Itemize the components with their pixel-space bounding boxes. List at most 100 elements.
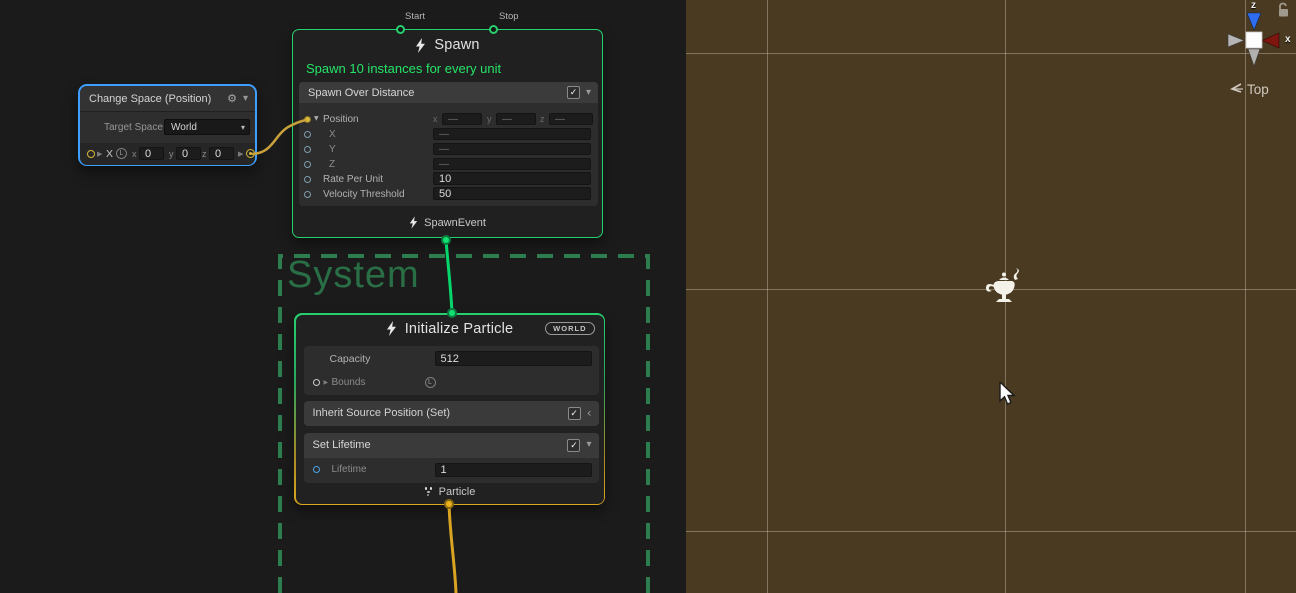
spawn-output-flow-port[interactable] — [441, 235, 451, 245]
spawn-over-distance-block[interactable]: Spawn Over Distance ✓ ▾ ▼ Position x — y… — [299, 82, 598, 206]
vfx-lamp-icon[interactable] — [982, 268, 1028, 310]
position-port[interactable] — [304, 116, 311, 123]
position-y-mini-label: y — [487, 114, 492, 124]
x-value-field[interactable]: 0 — [139, 147, 164, 160]
change-space-title: Change Space (Position) — [80, 93, 227, 105]
lightning-icon — [409, 216, 418, 229]
grid-line — [686, 53, 1296, 54]
gizmo-x-cone — [1262, 33, 1279, 48]
chevron-down-icon[interactable]: ▾ — [586, 88, 591, 98]
lifetime-label: Lifetime — [332, 464, 367, 475]
y-field[interactable]: — — [433, 143, 591, 155]
lifetime-port[interactable] — [313, 466, 320, 473]
capacity-label: Capacity — [330, 353, 371, 365]
spawn-stop-port[interactable] — [489, 25, 498, 34]
velocity-threshold-port[interactable] — [304, 191, 311, 198]
target-space-value: World — [165, 122, 241, 133]
initialize-node-footer: Particle — [296, 486, 604, 498]
gizmo-z-cone — [1247, 13, 1261, 30]
z-port[interactable] — [304, 161, 311, 168]
view-axis-arrow-icon[interactable] — [1229, 82, 1245, 96]
particle-dots-icon — [424, 487, 433, 496]
lifetime-field[interactable]: 1 — [435, 463, 592, 477]
set-lifetime-title: Set Lifetime — [304, 439, 568, 451]
spawn-start-port[interactable] — [396, 25, 405, 34]
rate-per-unit-port[interactable] — [304, 176, 311, 183]
x-field[interactable]: — — [433, 128, 591, 140]
y-value-field[interactable]: 0 — [176, 147, 201, 160]
spawn-event-label: SpawnEvent — [424, 217, 486, 229]
chevron-left-icon[interactable]: ‹ — [587, 407, 592, 419]
grid-line — [686, 531, 1296, 532]
initialize-settings-block: Capacity 512 ▶ Bounds L — [304, 346, 599, 395]
z-mini-label: z — [202, 149, 207, 159]
gear-icon[interactable]: ⚙ — [227, 92, 237, 105]
spawn-over-distance-enabled-checkbox[interactable]: ✓ — [567, 86, 580, 99]
position-label: Position — [323, 114, 359, 125]
rate-per-unit-row: Rate Per Unit 10 — [299, 172, 598, 187]
space-toggle-icon[interactable]: L — [116, 148, 127, 159]
grid-line — [1245, 0, 1246, 593]
bounds-label: Bounds — [332, 377, 366, 388]
velocity-threshold-field[interactable]: 50 — [433, 187, 591, 200]
capacity-field[interactable]: 512 — [435, 351, 592, 366]
gizmo-z-label: z — [1251, 0, 1256, 11]
scene-view[interactable]: z x Top — [686, 0, 1296, 593]
z-value-field[interactable]: 0 — [209, 147, 234, 160]
graph-canvas[interactable]: System Start Stop Spawn Spawn 10 instanc… — [0, 0, 686, 593]
velocity-threshold-label: Velocity Threshold — [323, 189, 405, 200]
chevron-down-icon[interactable]: ▾ — [243, 94, 248, 104]
position-row: ▼ Position x — y — z — — [299, 112, 598, 127]
position-z-field[interactable]: — — [549, 113, 593, 125]
spawn-node-title: Spawn — [434, 37, 479, 53]
initialize-particle-node[interactable]: Initialize Particle WORLD Capacity 512 ▶… — [294, 313, 605, 505]
system-group-label: System — [287, 254, 420, 297]
change-space-output-port[interactable] — [246, 149, 255, 158]
lightning-icon — [386, 321, 397, 336]
set-lifetime-enabled-checkbox[interactable]: ✓ — [567, 439, 580, 452]
lightning-icon — [415, 38, 426, 53]
rate-per-unit-field[interactable]: 10 — [433, 172, 591, 185]
spawn-node-subtitle: Spawn 10 instances for every unit — [306, 61, 501, 76]
spawn-node[interactable]: Spawn Spawn 10 instances for every unit … — [292, 29, 603, 238]
initialize-particle-title: Initialize Particle — [405, 321, 514, 337]
view-orientation-label[interactable]: Top — [1247, 82, 1269, 97]
inherit-source-position-block[interactable]: Inherit Source Position (Set) ✓ ‹ — [304, 401, 599, 426]
unlock-icon[interactable] — [1277, 2, 1291, 17]
edge-initialize-to-update — [449, 504, 456, 593]
position-y-row: Y — — [299, 142, 598, 157]
change-space-node[interactable]: Change Space (Position) ⚙ ▾ Target Space… — [78, 84, 257, 166]
y-port[interactable] — [304, 146, 311, 153]
vfx-graph-window: System Start Stop Spawn Spawn 10 instanc… — [0, 0, 1296, 593]
inherit-enabled-checkbox[interactable]: ✓ — [568, 407, 581, 420]
triangle-right-icon[interactable]: ▶ — [324, 380, 329, 386]
spawn-node-footer: SpawnEvent — [293, 216, 602, 229]
target-space-dropdown[interactable]: World ▾ — [164, 119, 250, 135]
expander-down-icon[interactable]: ▼ — [314, 115, 319, 122]
position-y-field[interactable]: — — [496, 113, 536, 125]
z-field[interactable]: — — [433, 158, 591, 170]
spawn-stop-port-label: Stop — [499, 11, 519, 22]
x-port[interactable] — [304, 131, 311, 138]
inherit-source-position-title: Inherit Source Position (Set) — [304, 407, 568, 419]
x-mini-label: x — [132, 149, 137, 159]
set-lifetime-block[interactable]: Set Lifetime ✓ ▾ Lifetime 1 — [304, 433, 599, 483]
dropdown-arrow-icon: ▾ — [241, 123, 249, 132]
gizmo-center-cube — [1246, 32, 1262, 48]
initialize-input-flow-port[interactable] — [447, 308, 457, 318]
check-icon: ✓ — [570, 88, 578, 97]
change-space-input-port[interactable] — [87, 150, 95, 158]
rate-per-unit-label: Rate Per Unit — [323, 174, 383, 185]
bounds-port[interactable] — [313, 379, 320, 386]
initialize-output-flow-port[interactable] — [444, 499, 454, 509]
edge-spawn-to-initialize — [446, 240, 452, 313]
position-x-field[interactable]: — — [442, 113, 482, 125]
space-toggle-icon[interactable]: L — [425, 377, 436, 388]
spawn-start-port-label: Start — [405, 11, 425, 22]
x-label: X — [329, 129, 336, 140]
world-space-badge[interactable]: WORLD — [545, 322, 594, 335]
spawn-over-distance-title: Spawn Over Distance — [299, 87, 567, 99]
chevron-down-icon[interactable]: ▾ — [586, 440, 591, 450]
check-icon: ✓ — [570, 441, 578, 450]
check-icon: ✓ — [570, 409, 578, 418]
